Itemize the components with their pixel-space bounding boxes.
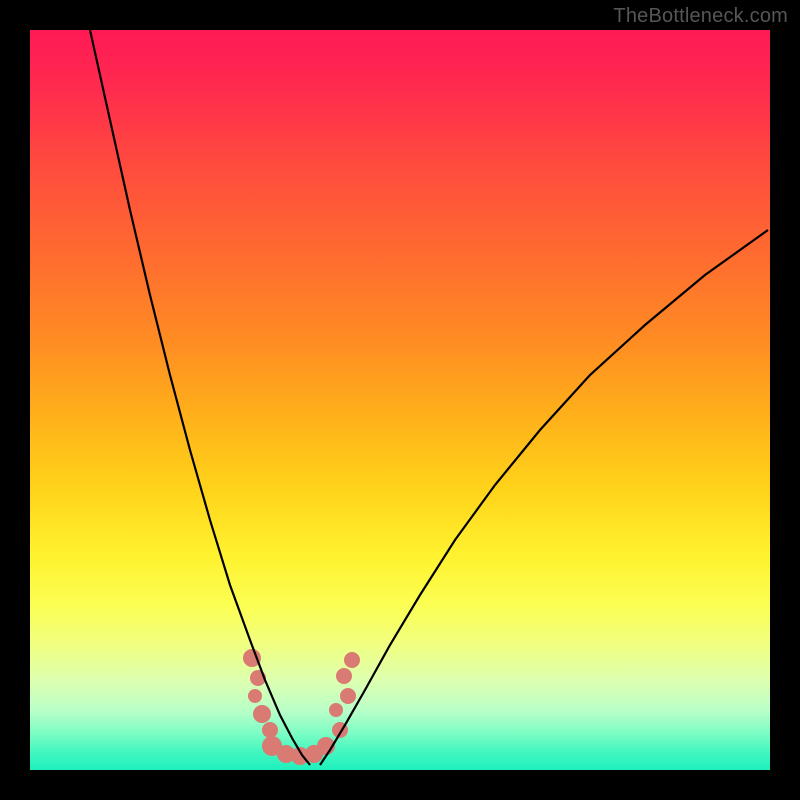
left-curve <box>90 30 310 765</box>
scatter-point <box>329 703 343 717</box>
scatter-point <box>253 705 271 723</box>
scatter-point <box>262 722 278 738</box>
scatter-point <box>336 668 352 684</box>
scatter-point <box>340 688 356 704</box>
scatter-point <box>248 689 262 703</box>
chart-container: TheBottleneck.com <box>0 0 800 800</box>
plot-area <box>30 30 770 770</box>
curves-svg <box>30 30 770 770</box>
watermark-text: TheBottleneck.com <box>613 5 788 28</box>
right-curve <box>320 230 768 765</box>
scatter-point <box>344 652 360 668</box>
